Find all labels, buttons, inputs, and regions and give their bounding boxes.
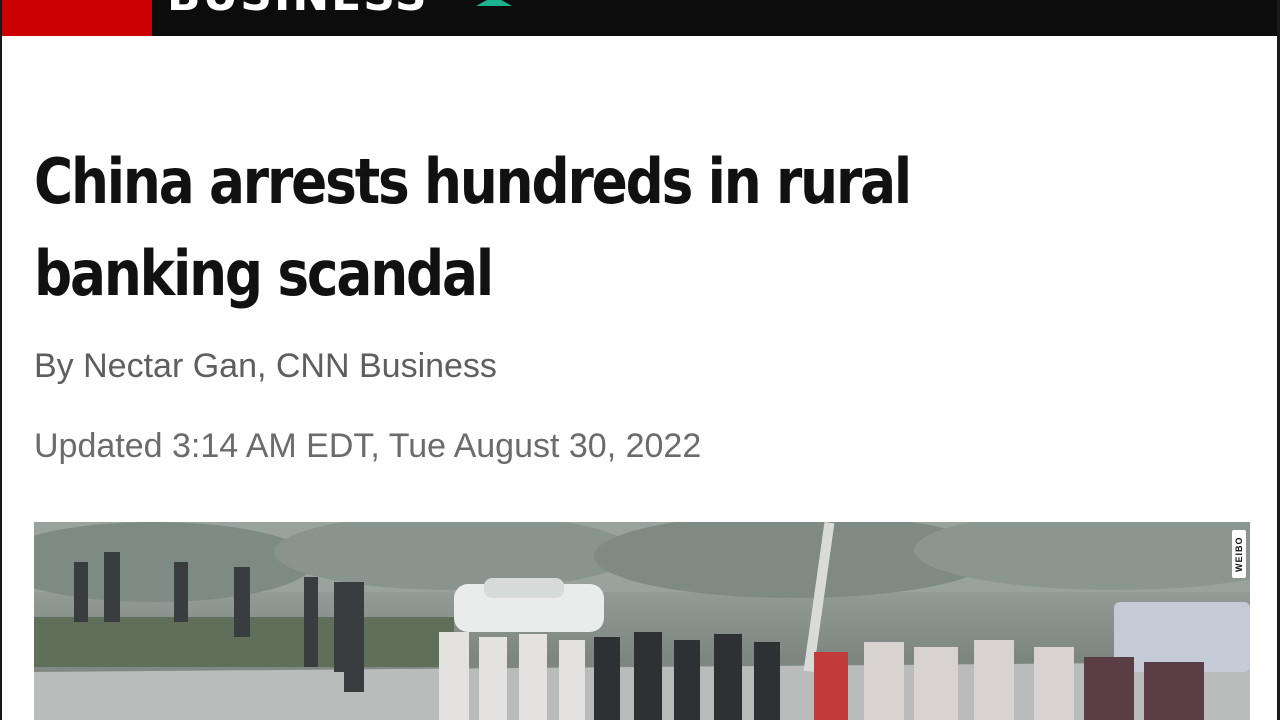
article-page: BUSINESS China arrests hundreds in rural… [0, 0, 1280, 720]
section-accent-icon [476, 0, 512, 6]
section-label[interactable]: BUSINESS [167, 0, 429, 18]
article-headline: China arrests hundreds in rural banking … [34, 145, 912, 310]
hero-image[interactable]: WEIBO [34, 522, 1250, 720]
article-timestamp: Updated 3:14 AM EDT, Tue August 30, 2022 [34, 427, 702, 465]
site-header: BUSINESS [2, 0, 1277, 36]
crowd-scene-photo [34, 522, 1250, 720]
cnn-logo-block[interactable] [2, 0, 152, 36]
article-byline: By Nectar Gan, CNN Business [34, 347, 497, 385]
watermark-label: WEIBO [1232, 530, 1246, 578]
